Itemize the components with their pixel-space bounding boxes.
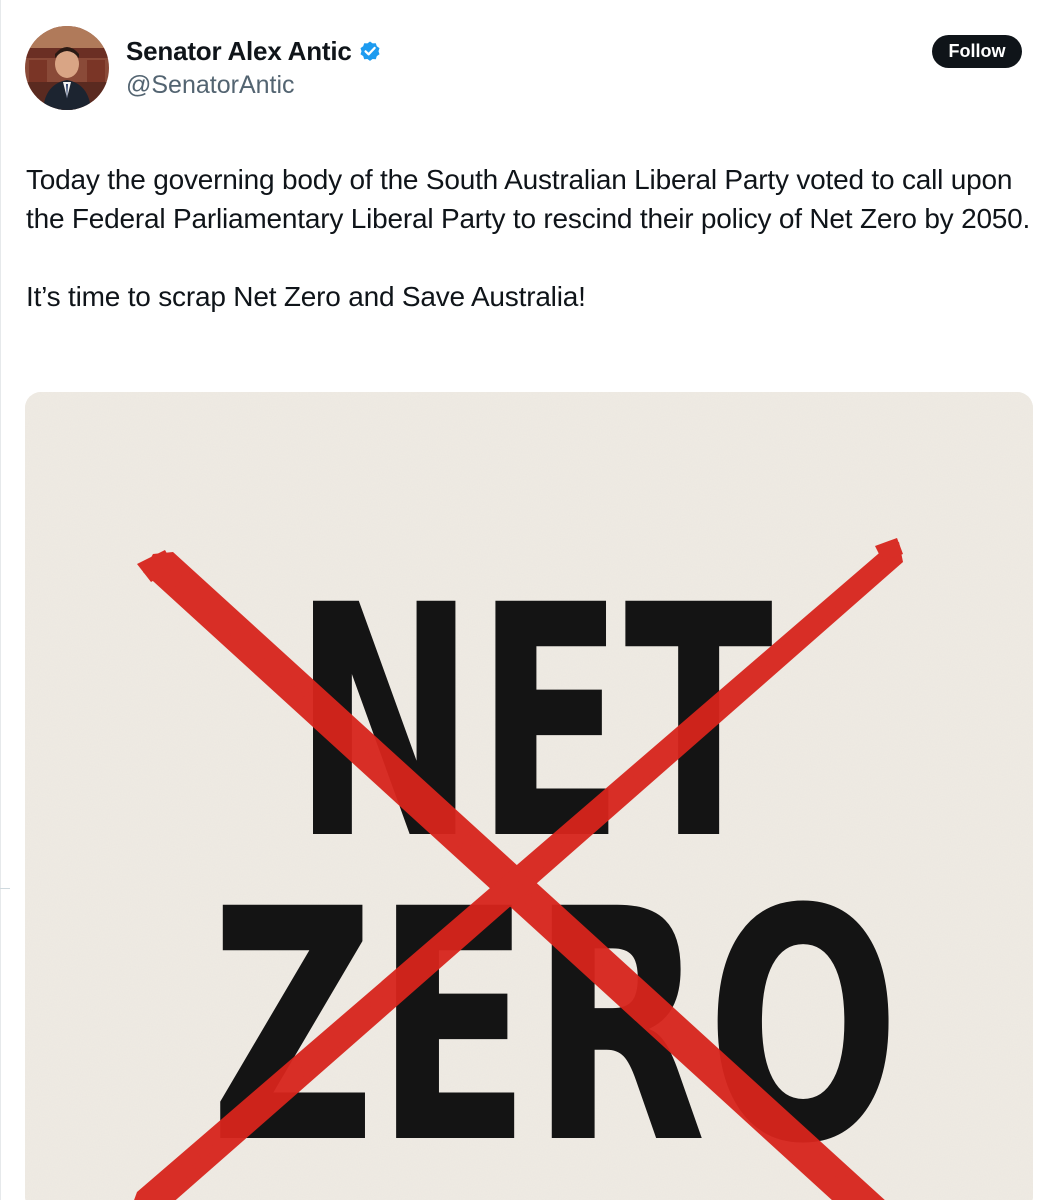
tweet-card: Senator Alex Antic @SenatorAntic Follow …: [0, 0, 1045, 1200]
author-handle[interactable]: @SenatorAntic: [126, 68, 295, 102]
verified-badge-icon: [358, 39, 382, 63]
author-header: Senator Alex Antic: [126, 34, 382, 68]
avatar[interactable]: [25, 26, 109, 110]
tweet-text: Today the governing body of the South Au…: [26, 160, 1036, 316]
display-name[interactable]: Senator Alex Antic: [126, 34, 352, 68]
thread-connector: [0, 888, 10, 889]
follow-button[interactable]: Follow: [932, 35, 1022, 68]
tweet-paragraph: It’s time to scrap Net Zero and Save Aus…: [26, 281, 586, 312]
tweet-image[interactable]: NET ZERO: [25, 392, 1033, 1200]
tweet-paragraph: Today the governing body of the South Au…: [26, 164, 1031, 234]
timeline-divider: [0, 0, 1, 1200]
